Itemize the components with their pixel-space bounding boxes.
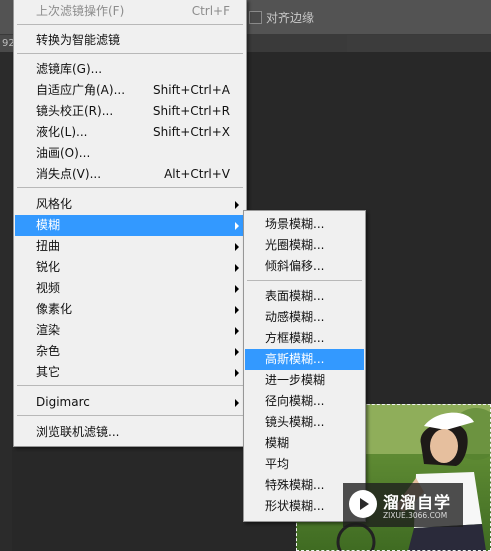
filter-menu-item[interactable]: 消失点(V)... Alt+Ctrl+V — [15, 164, 245, 185]
menu-item-label: 表面模糊... — [265, 289, 325, 303]
menu-item-label: 自适应广角(A)... — [36, 83, 126, 97]
tools-panel — [0, 52, 12, 551]
watermark-brand: 溜溜自学 — [383, 493, 452, 512]
menu-separator — [17, 385, 243, 386]
menu-item-shortcut: Shift+Ctrl+A — [153, 83, 230, 97]
document-tab-area — [247, 35, 347, 52]
play-logo-icon — [349, 490, 377, 518]
align-edges-label: 对齐边缘 — [266, 11, 315, 25]
menu-item-label: 扭曲 — [36, 239, 61, 253]
blur-submenu-item[interactable]: 表面模糊... — [245, 286, 364, 307]
filter-menu-item[interactable]: 风格化 — [15, 194, 245, 215]
filter-menu-item[interactable]: 杂色 — [15, 341, 245, 362]
menu-item-label: 平均 — [265, 457, 290, 471]
filter-menu-item[interactable]: 自适应广角(A)... Shift+Ctrl+A — [15, 80, 245, 101]
menu-item-label: 上次滤镜操作(F) — [36, 4, 125, 18]
submenu-arrow-icon — [235, 327, 239, 335]
menu-item-label: 像素化 — [36, 302, 73, 316]
menu-item-label: 锐化 — [36, 260, 61, 274]
watermark: 溜溜自学 ZIXUE.3066.COM — [343, 483, 463, 527]
submenu-arrow-icon — [235, 399, 239, 407]
menu-item-label: 油画(O)... — [36, 146, 91, 160]
menu-item-shortcut: Ctrl+F — [191, 4, 230, 18]
menu-item-label: 液化(L)... — [36, 125, 88, 139]
menu-item-label: 模糊 — [265, 436, 290, 450]
menu-item-shortcut: Shift+Ctrl+X — [153, 125, 230, 139]
watermark-site: ZIXUE.3066.COM — [383, 511, 448, 520]
menu-item-label: 渲染 — [36, 323, 61, 337]
blur-submenu-item[interactable]: 倾斜偏移... — [245, 256, 364, 277]
menu-item-label: 模糊 — [36, 218, 61, 232]
blur-submenu-item[interactable]: 动感模糊... — [245, 307, 364, 328]
menu-item-label: 高斯模糊... — [265, 352, 325, 366]
menu-item-label: 方框模糊... — [265, 331, 325, 345]
submenu-arrow-icon — [235, 243, 239, 251]
menu-item-label: 消失点(V)... — [36, 167, 102, 181]
filter-menu-item[interactable]: 视频 — [15, 278, 245, 299]
menu-item-label: 风格化 — [36, 197, 73, 211]
menu-item-label: 场景模糊... — [265, 217, 325, 231]
filter-menu-item[interactable]: 镜头校正(R)... Shift+Ctrl+R — [15, 101, 245, 122]
menu-separator — [17, 415, 243, 416]
filter-menu-item[interactable]: 浏览联机滤镜... — [15, 422, 245, 443]
filter-menu-item[interactable]: 油画(O)... — [15, 143, 245, 164]
filter-menu-item[interactable]: 模糊 — [15, 215, 245, 236]
submenu-arrow-icon — [235, 348, 239, 356]
menu-item-label: 径向模糊... — [265, 394, 325, 408]
blur-submenu-item[interactable]: 方框模糊... — [245, 328, 364, 349]
filter-menu-item[interactable]: 转换为智能滤镜 — [15, 30, 245, 51]
filter-menu: 上次滤镜操作(F) Ctrl+F 转换为智能滤镜 滤镜库(G)... 自适应广角(A).… — [13, 0, 247, 447]
filter-menu-item[interactable]: 像素化 — [15, 299, 245, 320]
menu-item-label: 滤镜库(G)... — [36, 62, 103, 76]
menu-item-label: 镜头模糊... — [265, 415, 325, 429]
align-edges-checkbox[interactable] — [249, 11, 262, 24]
menu-item-label: 形状模糊... — [265, 499, 325, 513]
menu-item-shortcut: Alt+Ctrl+V — [164, 167, 230, 181]
menu-item-label: 其它 — [36, 365, 61, 379]
filter-menu-item[interactable]: 渲染 — [15, 320, 245, 341]
menu-item-shortcut: Shift+Ctrl+R — [152, 104, 230, 118]
blur-submenu-item[interactable]: 场景模糊... — [245, 214, 364, 235]
blur-submenu-item[interactable]: 径向模糊... — [245, 391, 364, 412]
menu-separator — [247, 280, 362, 281]
submenu-arrow-icon — [235, 369, 239, 377]
filter-menu-item[interactable]: 上次滤镜操作(F) Ctrl+F — [15, 1, 245, 22]
blur-submenu-item[interactable]: 高斯模糊... — [245, 349, 364, 370]
submenu-arrow-icon — [235, 264, 239, 272]
menu-separator — [17, 187, 243, 188]
filter-menu-item[interactable]: 锐化 — [15, 257, 245, 278]
menu-item-label: 视频 — [36, 281, 61, 295]
menu-separator — [17, 24, 243, 25]
blur-submenu-item[interactable]: 模糊 — [245, 433, 364, 454]
menu-item-label: 特殊模糊... — [265, 478, 325, 492]
submenu-arrow-icon — [235, 285, 239, 293]
menu-item-label: 转换为智能滤镜 — [36, 33, 121, 47]
filter-menu-item[interactable]: 滤镜库(G)... — [15, 59, 245, 80]
blur-submenu: 场景模糊... 光圈模糊... 倾斜偏移... 表面模糊... 动感模糊... 方框模糊.… — [243, 210, 366, 522]
filter-menu-item[interactable]: Digimarc — [15, 392, 245, 413]
menu-item-label: 进一步模糊 — [265, 373, 326, 387]
blur-submenu-item[interactable]: 光圈模糊... — [245, 235, 364, 256]
submenu-arrow-icon — [235, 306, 239, 314]
filter-menu-item[interactable]: 其它 — [15, 362, 245, 383]
menu-item-label: 镜头校正(R)... — [36, 104, 114, 118]
submenu-arrow-icon — [235, 201, 239, 209]
menu-separator — [17, 53, 243, 54]
menu-item-label: 光圈模糊... — [265, 238, 325, 252]
blur-submenu-item[interactable]: 平均 — [245, 454, 364, 475]
submenu-arrow-icon — [235, 222, 239, 230]
blur-submenu-item[interactable]: 镜头模糊... — [245, 412, 364, 433]
menu-item-label: Digimarc — [36, 395, 90, 409]
filter-menu-item[interactable]: 扭曲 — [15, 236, 245, 257]
menu-item-label: 倾斜偏移... — [265, 259, 325, 273]
menu-item-label: 动感模糊... — [265, 310, 325, 324]
filter-menu-item[interactable]: 液化(L)... Shift+Ctrl+X — [15, 122, 245, 143]
blur-submenu-item[interactable]: 进一步模糊 — [245, 370, 364, 391]
menu-item-label: 浏览联机滤镜... — [36, 425, 120, 439]
menu-item-label: 杂色 — [36, 344, 61, 358]
